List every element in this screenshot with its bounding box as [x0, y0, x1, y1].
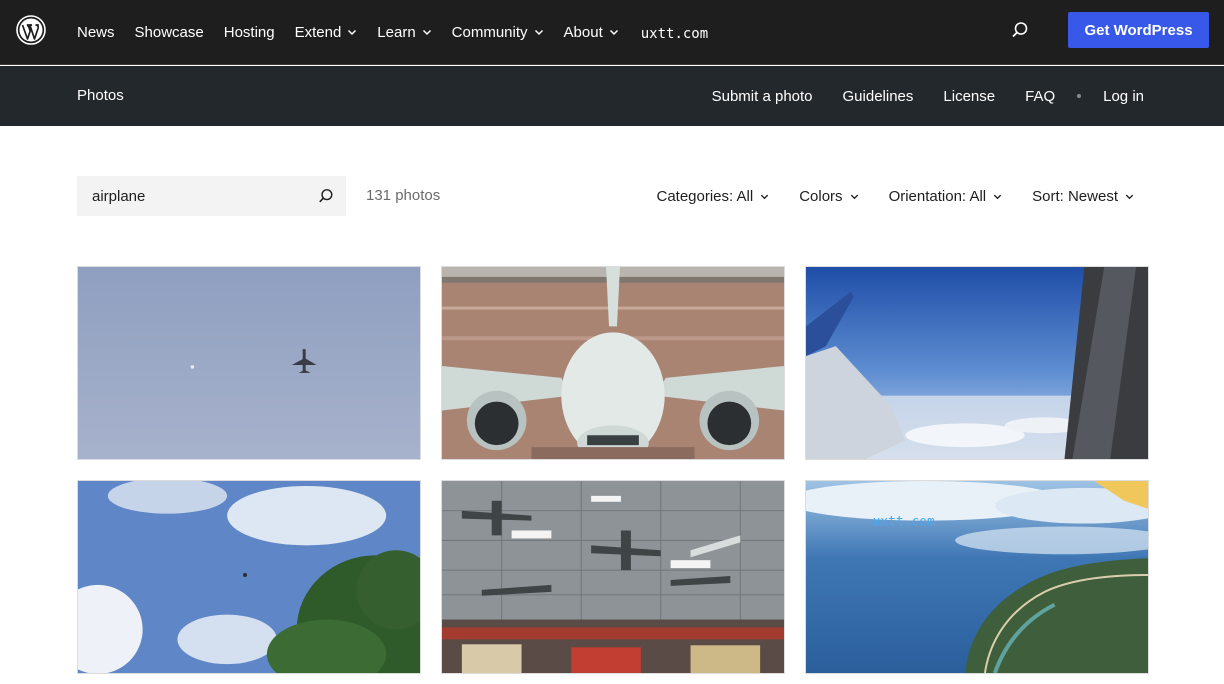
global-header: News Showcase Hosting Extend Learn Community A… [0, 0, 1224, 65]
subnav-link-submit-a-photo[interactable]: Submit a photo [712, 88, 813, 105]
nav-item-label: About [563, 23, 603, 41]
filter-label: Colors [799, 187, 843, 205]
photo-card[interactable] [77, 480, 421, 674]
search-icon[interactable] [1011, 21, 1029, 39]
nav-item-label: Community [451, 23, 528, 41]
filter-label: Sort: Newest [1032, 187, 1118, 205]
chevron-down-icon [534, 29, 543, 36]
nav-item-label: Extend [294, 23, 342, 41]
nav-item-label: News [77, 23, 115, 41]
photo-card[interactable] [77, 266, 421, 460]
chevron-down-icon [850, 194, 858, 199]
photo-watermark: uxtt.com [873, 515, 935, 530]
photo-card[interactable]: uxtt.com [805, 480, 1149, 674]
photo-image [78, 267, 420, 459]
photo-image [442, 267, 784, 459]
nav-item-showcase[interactable]: Showcase [135, 24, 204, 41]
get-wordpress-button[interactable]: Get WordPress [1068, 12, 1209, 48]
chevron-down-icon [422, 29, 431, 36]
filter-label: Categories: All [656, 187, 754, 205]
wordpress-logo-icon[interactable] [16, 15, 46, 45]
photo-image: uxtt.com [806, 481, 1148, 673]
subnav-link-license[interactable]: License [943, 88, 995, 105]
photo-card[interactable] [441, 266, 785, 460]
nav-item-label: Showcase [134, 23, 204, 41]
subnav-link-guidelines[interactable]: Guidelines [843, 88, 914, 105]
search-input[interactable] [77, 176, 306, 216]
nav-item-news[interactable]: News [77, 24, 115, 41]
filter-dropdown[interactable]: Colors [799, 188, 858, 205]
filter-dropdown[interactable]: Categories: All [656, 188, 769, 205]
nav-item-extend[interactable]: Extend [295, 24, 358, 41]
subnav-links: Submit a photo Guidelines License FAQ Log in [712, 66, 1144, 126]
chevron-down-icon [609, 29, 618, 36]
photo-image [78, 481, 420, 673]
nav-item-community[interactable]: Community [452, 24, 544, 41]
photo-card[interactable] [441, 480, 785, 674]
chevron-down-icon [348, 29, 357, 36]
section-title[interactable]: Photos [77, 87, 124, 104]
subnav-link-faq[interactable]: FAQ [1025, 88, 1055, 105]
chevron-down-icon [761, 194, 769, 199]
result-count: 131 photos [366, 187, 441, 204]
nav-item-hosting[interactable]: Hosting [224, 24, 275, 41]
chevron-down-icon [993, 194, 1002, 199]
photo-image [442, 481, 784, 673]
primary-nav: News Showcase Hosting Extend Learn Community A… [77, 0, 708, 64]
nav-item-label: Learn [377, 23, 416, 41]
nav-item-label: Hosting [223, 23, 275, 41]
photo-card[interactable] [805, 266, 1149, 460]
nav-item-about[interactable]: About [564, 24, 619, 41]
filter-bar: Categories: All Colors Orientation: All Sor… [656, 176, 1134, 216]
separator-dot [1077, 94, 1082, 98]
photo-search [77, 176, 346, 216]
filter-dropdown[interactable]: Orientation: All [889, 188, 1003, 205]
chevron-down-icon [1125, 194, 1134, 199]
photo-image [806, 267, 1148, 459]
search-icon [319, 189, 333, 203]
search-button[interactable] [306, 176, 346, 216]
domain-label: uxtt.com [640, 26, 709, 42]
filter-dropdown[interactable]: Sort: Newest [1032, 188, 1134, 205]
nav-item-learn[interactable]: Learn [377, 24, 431, 41]
photos-subnav: Photos Submit a photo Guidelines License FA… [0, 66, 1224, 126]
filter-label: Orientation: All [888, 187, 987, 205]
login-link[interactable]: Log in [1103, 88, 1144, 105]
